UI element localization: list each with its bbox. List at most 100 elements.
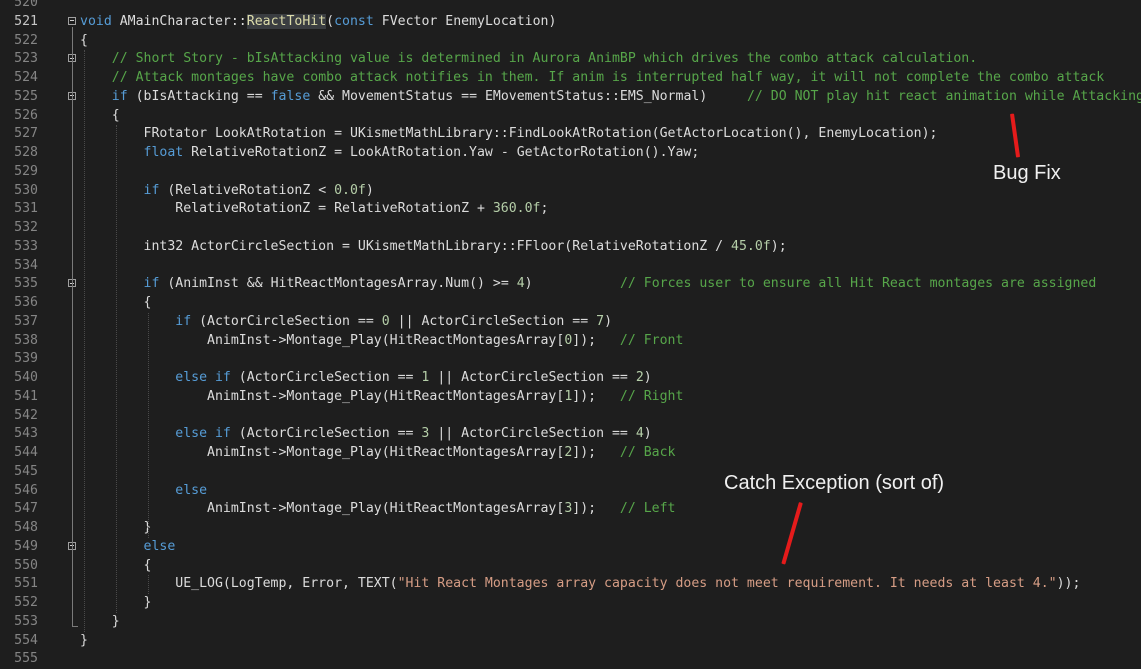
code-line[interactable]: 536 { — [0, 294, 1141, 313]
line-number: 543 — [14, 426, 38, 442]
indent-guide — [116, 125, 118, 613]
code-token: ) — [643, 426, 652, 442]
code-line[interactable]: 535 if (AnimInst && HitReactMontagesArra… — [0, 275, 1141, 294]
code-token: { — [80, 32, 88, 48]
code-token: ReactToHit — [246, 13, 327, 29]
code-token: // Short Story - bIsAttacking value is d… — [111, 51, 978, 67]
code-line[interactable]: 529 — [0, 163, 1141, 182]
code-line[interactable]: 527 FRotator LookAtRotation = UKismetMat… — [0, 125, 1141, 144]
code-line[interactable]: 534 — [0, 257, 1141, 276]
code-token: ; — [540, 201, 549, 217]
line-number: 530 — [14, 182, 38, 198]
code-token: 2 — [635, 370, 644, 385]
code-line[interactable]: 532 — [0, 219, 1141, 238]
code-line[interactable]: 537 if (ActorCircleSection == 0 || Actor… — [0, 313, 1141, 332]
code-line[interactable]: 520 — [0, 0, 1141, 13]
code-token: || ActorCircleSection == — [389, 313, 597, 329]
code-line[interactable]: 531 RelativeRotationZ = RelativeRotation… — [0, 200, 1141, 219]
code-line[interactable]: 545 — [0, 463, 1141, 482]
code-token: false — [270, 88, 311, 104]
code-line[interactable]: 554} — [0, 632, 1141, 651]
line-number: 544 — [14, 445, 38, 460]
code-token: 4 — [635, 426, 644, 442]
code-line[interactable]: 553 } — [0, 613, 1141, 632]
code-token: FVector EnemyLocation) — [373, 13, 557, 29]
code-token: UE_LOG(LogTemp, Error, TEXT( — [80, 576, 398, 592]
line-number: 525 — [14, 88, 38, 104]
code-line[interactable]: 548 } — [0, 519, 1141, 538]
code-token: 4 — [516, 276, 525, 292]
code-line[interactable]: 530 if (RelativeRotationZ < 0.0f) — [0, 182, 1141, 201]
code-line[interactable]: 540 else if (ActorCircleSection == 1 || … — [0, 369, 1141, 388]
line-number: 549 — [14, 538, 38, 554]
code-line[interactable]: 524 // Attack montages have combo attack… — [0, 69, 1141, 88]
code-line[interactable]: 522 { — [0, 32, 1141, 51]
code-line[interactable]: 541 AnimInst->Montage_Play(HitReactMonta… — [0, 388, 1141, 407]
line-number: 536 — [14, 295, 38, 310]
line-number: 534 — [14, 257, 38, 273]
code-token: ]); — [572, 388, 620, 404]
code-token: (ActorCircleSection == — [230, 370, 422, 385]
code-text: RelativeRotationZ = RelativeRotationZ + … — [80, 200, 548, 219]
code-line[interactable]: 550 { — [0, 557, 1141, 576]
code-line[interactable]: 552 } — [0, 594, 1141, 613]
code-line[interactable]: 549 else — [0, 538, 1141, 557]
code-token: 45.0f — [731, 238, 771, 254]
code-line[interactable]: 546 else — [0, 482, 1141, 501]
code-token: // DO NOT play hit react animation while… — [746, 88, 1141, 104]
code-line[interactable]: 525 if (bIsAttacking == false && Movemen… — [0, 88, 1141, 107]
code-token: { — [80, 107, 120, 123]
code-line[interactable]: 551 UE_LOG(LogTemp, Error, TEXT("Hit Rea… — [0, 575, 1141, 594]
code-text: FRotator LookAtRotation = UKismetMathLib… — [80, 125, 938, 144]
indent-guide — [148, 312, 150, 538]
code-line[interactable]: 547 AnimInst->Montage_Play(HitReactMonta… — [0, 500, 1141, 519]
code-text: void AMainCharacter::ReactToHit(const FV… — [80, 13, 556, 32]
code-token: RelativeRotationZ = LookAtRotation.Yaw -… — [183, 145, 700, 160]
code-token: ]); — [572, 501, 620, 517]
line-number: 553 — [14, 613, 38, 629]
code-line[interactable]: 533 int32 ActorCircleSection = UKismetMa… — [0, 238, 1141, 257]
line-number: 522 — [14, 32, 38, 48]
code-line[interactable]: 544 AnimInst->Montage_Play(HitReactMonta… — [0, 444, 1141, 463]
code-line[interactable]: 526 { — [0, 107, 1141, 126]
line-number: 552 — [14, 595, 38, 610]
code-token: (ActorCircleSection == — [191, 313, 382, 329]
code-line[interactable]: 555 — [0, 650, 1141, 669]
line-number: 520 — [14, 0, 38, 10]
code-token: // Front — [619, 332, 684, 348]
line-number: 542 — [14, 407, 38, 423]
code-line[interactable]: 543 else if (ActorCircleSection == 3 || … — [0, 425, 1141, 444]
code-line[interactable]: 523 // Short Story - bIsAttacking value … — [0, 50, 1141, 69]
code-text: if (RelativeRotationZ < 0.0f) — [80, 182, 374, 201]
code-text: AnimInst->Montage_Play(HitReactMontagesA… — [80, 444, 675, 463]
code-token: (ActorCircleSection == — [230, 426, 422, 442]
code-line[interactable]: 542 — [0, 407, 1141, 426]
code-token: ) — [524, 276, 620, 292]
code-text: AnimInst->Montage_Play(HitReactMontagesA… — [80, 500, 675, 519]
code-text: int32 ActorCircleSection = UKismetMathLi… — [80, 238, 787, 257]
code-token: ) — [604, 313, 613, 329]
indent-guide — [84, 50, 85, 632]
line-number: 547 — [14, 501, 38, 517]
code-token: // Right — [619, 388, 684, 404]
code-token: AMainCharacter:: — [111, 13, 247, 29]
line-number: 550 — [14, 557, 38, 573]
line-number: 539 — [14, 351, 38, 367]
code-token: if — [143, 276, 160, 292]
code-token: AnimInst->Montage_Play(HitReactMontagesA… — [80, 332, 565, 348]
outline-bar-end — [72, 625, 78, 627]
code-token: "Hit React Montages array capacity does … — [397, 576, 1057, 592]
code-line[interactable]: 528 float RelativeRotationZ = LookAtRota… — [0, 144, 1141, 163]
collapse-icon[interactable] — [68, 16, 76, 25]
code-token: FRotator LookAtRotation = UKismetMathLib… — [80, 126, 938, 142]
line-number: 538 — [14, 332, 38, 348]
code-line[interactable]: 538 AnimInst->Montage_Play(HitReactMonta… — [0, 332, 1141, 351]
line-number: 537 — [14, 313, 38, 329]
code-token: float — [143, 145, 184, 160]
code-line[interactable]: 521 void AMainCharacter::ReactToHit(const… — [0, 13, 1141, 32]
code-line[interactable]: 539 — [0, 350, 1141, 369]
code-token: 7 — [596, 313, 605, 329]
